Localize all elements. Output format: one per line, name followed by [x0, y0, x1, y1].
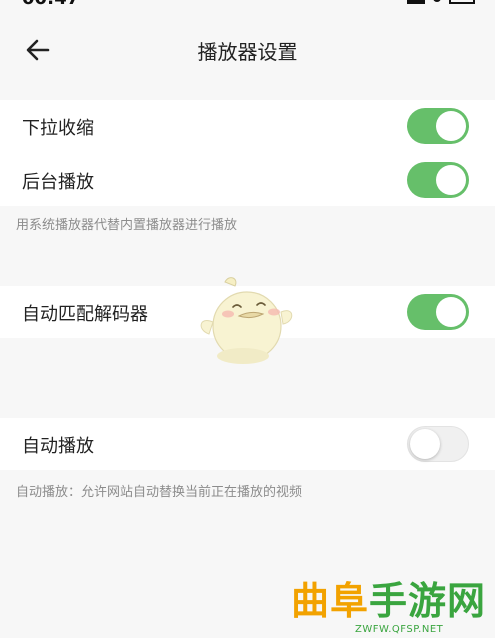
hint-autoplay: 自动播放：允许网站自动替换当前正在播放的视频: [16, 485, 303, 500]
watermark-url: ZWFW.QFSP.NET: [355, 624, 444, 635]
toggle-knob: [436, 165, 466, 195]
hint-system-player: 用系统播放器代替内置播放器进行播放: [16, 218, 238, 233]
setting-label: 自动匹配解码器: [22, 304, 148, 325]
auto-match-decoder-toggle[interactable]: [407, 294, 469, 330]
setting-row-pull-down-collapse[interactable]: 下拉收缩: [0, 100, 495, 152]
watermark-logo: 曲阜手游网 ZWFW.QFSP.NET: [287, 578, 487, 636]
watermark-title: 曲阜手游网: [291, 578, 487, 623]
status-bar: 00:47: [0, 0, 495, 9]
setting-row-background-play[interactable]: 后台播放: [0, 154, 495, 206]
app-bar: 播放器设置: [0, 24, 495, 76]
setting-label: 后台播放: [22, 172, 94, 193]
screen: 00:47 播放器设置 下拉收缩 后台播放 用系统播放器代: [0, 0, 495, 638]
settings-group-autoplay: 自动播放: [0, 418, 495, 470]
page-title: 播放器设置: [197, 40, 298, 64]
settings-group-playback: 下拉收缩 后台播放: [0, 100, 495, 206]
toggle-knob: [410, 429, 440, 459]
setting-row-autoplay[interactable]: 自动播放: [0, 418, 495, 470]
battery-icon: [449, 0, 475, 4]
setting-label: 下拉收缩: [22, 118, 94, 139]
signal-icon: [407, 0, 425, 4]
status-time: 00:47: [22, 0, 79, 9]
status-icons: [407, 0, 475, 4]
setting-label: 自动播放: [22, 436, 94, 457]
autoplay-toggle[interactable]: [407, 426, 469, 462]
pull-down-collapse-toggle[interactable]: [407, 108, 469, 144]
wifi-icon: [433, 0, 441, 2]
toggle-knob: [436, 297, 466, 327]
background-play-toggle[interactable]: [407, 162, 469, 198]
mascot-sticker-icon: [200, 277, 293, 364]
toggle-knob: [436, 111, 466, 141]
